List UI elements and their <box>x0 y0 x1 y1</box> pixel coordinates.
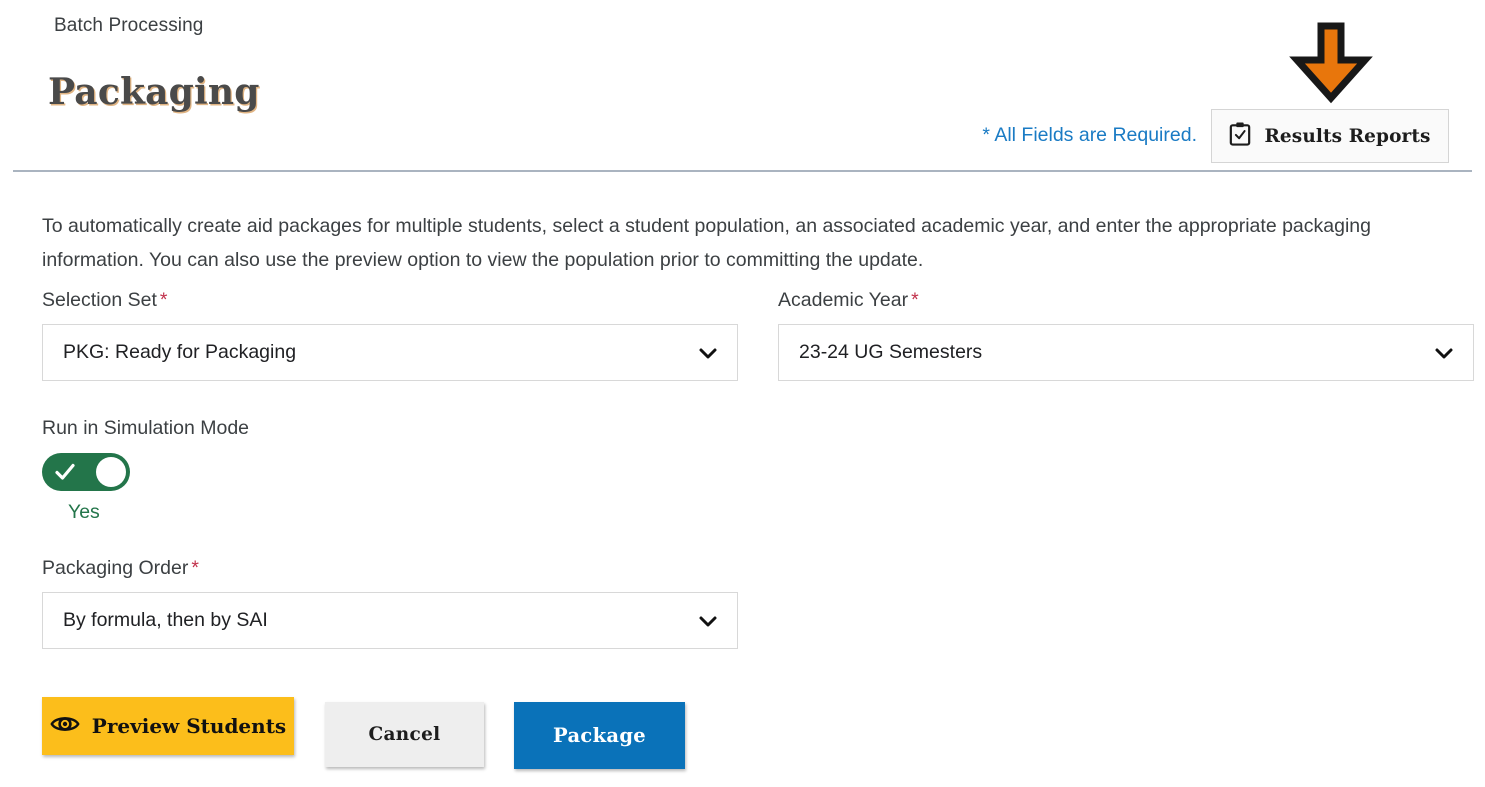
selection-set-label: Selection Set * <box>42 287 738 313</box>
academic-year-label-text: Academic Year <box>778 289 909 311</box>
preview-students-label: Preview Students <box>91 714 287 738</box>
toggle-knob <box>96 457 126 487</box>
package-button[interactable]: Package <box>514 702 685 769</box>
chevron-down-icon <box>697 342 719 364</box>
check-icon <box>55 463 75 481</box>
simulation-mode-label: Run in Simulation Mode <box>42 417 250 439</box>
cancel-button[interactable]: Cancel <box>325 702 484 767</box>
simulation-mode-toggle[interactable] <box>42 453 130 491</box>
required-asterisk: * <box>159 289 168 311</box>
cancel-label: Cancel <box>368 724 441 745</box>
chevron-down-icon <box>697 610 719 632</box>
page-title: Packaging <box>48 71 260 114</box>
orange-down-arrow-icon <box>1289 20 1373 104</box>
package-label: Package <box>553 724 646 747</box>
field-selection-set: Selection Set * PKG: Ready for Packaging <box>42 287 738 381</box>
field-packaging-order: Packaging Order * By formula, then by SAI <box>42 555 738 649</box>
action-bar: Preview Students Cancel Package <box>0 697 1485 787</box>
page-header: Batch Processing Packaging * All Fields … <box>0 0 1485 172</box>
preview-students-button[interactable]: Preview Students <box>42 697 294 755</box>
selection-set-value: PKG: Ready for Packaging <box>63 341 297 363</box>
packaging-order-label: Packaging Order * <box>42 555 738 581</box>
results-reports-label: Results Reports <box>1264 125 1431 147</box>
academic-year-select[interactable]: 23-24 UG Semesters <box>778 324 1474 381</box>
simulation-mode-value: Yes <box>68 501 100 523</box>
chevron-down-icon <box>1433 342 1455 364</box>
clipboard-check-icon <box>1229 122 1251 151</box>
required-fields-note: * All Fields are Required. <box>982 124 1197 146</box>
required-asterisk: * <box>191 557 199 579</box>
packaging-order-select[interactable]: By formula, then by SAI <box>42 592 738 649</box>
selection-set-select[interactable]: PKG: Ready for Packaging <box>42 324 738 381</box>
page-description: To automatically create aid packages for… <box>42 214 1371 271</box>
eye-icon <box>50 713 80 740</box>
breadcrumb: Batch Processing <box>54 15 204 36</box>
selection-set-label-text: Selection Set <box>42 289 157 311</box>
header-divider <box>13 170 1472 172</box>
required-asterisk: * <box>911 289 919 311</box>
packaging-order-value: By formula, then by SAI <box>63 609 268 631</box>
academic-year-value: 23-24 UG Semesters <box>799 341 983 363</box>
field-run-in-simulation-mode: Run in Simulation Mode Yes <box>42 415 442 524</box>
packaging-order-label-text: Packaging Order <box>42 557 189 579</box>
results-reports-button[interactable]: Results Reports <box>1211 109 1449 163</box>
academic-year-label: Academic Year * <box>778 287 1474 313</box>
field-academic-year: Academic Year * 23-24 UG Semesters <box>778 287 1474 381</box>
